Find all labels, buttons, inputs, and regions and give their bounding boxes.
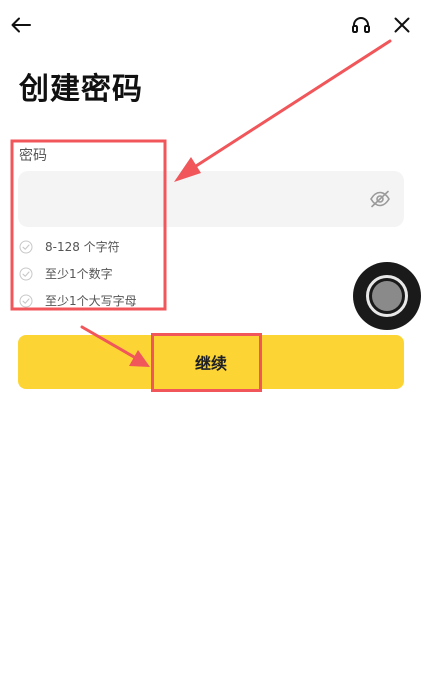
check-circle-icon xyxy=(19,240,33,254)
floating-assistive-ball[interactable] xyxy=(353,262,421,330)
check-circle-icon xyxy=(19,267,33,281)
rule-length-text: 8-128 个字符 xyxy=(45,240,120,254)
rule-uppercase: 至少1个大写字母 xyxy=(19,287,319,314)
password-field[interactable] xyxy=(18,171,404,229)
arrow-left-icon xyxy=(11,17,31,33)
close-button[interactable] xyxy=(388,11,416,39)
page-title: 创建密码 xyxy=(19,72,143,107)
headset-icon xyxy=(352,17,370,33)
continue-button[interactable]: 继续 xyxy=(18,335,404,389)
rule-uppercase-text: 至少1个大写字母 xyxy=(45,294,137,308)
password-label: 密码 xyxy=(19,148,47,164)
password-rules: 8-128 个字符 至少1个数字 至少1个大写字母 xyxy=(19,233,319,314)
rule-length: 8-128 个字符 xyxy=(19,233,319,260)
floating-ball-core xyxy=(372,281,402,311)
check-circle-icon xyxy=(19,294,33,308)
close-icon xyxy=(394,17,410,33)
back-button[interactable] xyxy=(7,11,35,39)
floating-ball-ring xyxy=(366,275,408,317)
top-bar xyxy=(0,0,424,52)
eye-off-icon xyxy=(370,190,390,208)
annotation-arrow-line-1 xyxy=(194,39,392,168)
support-button[interactable] xyxy=(347,11,375,39)
rule-digit-text: 至少1个数字 xyxy=(45,267,113,281)
rule-digit: 至少1个数字 xyxy=(19,260,319,287)
password-input[interactable] xyxy=(32,171,366,229)
password-visibility-toggle[interactable] xyxy=(368,188,392,210)
